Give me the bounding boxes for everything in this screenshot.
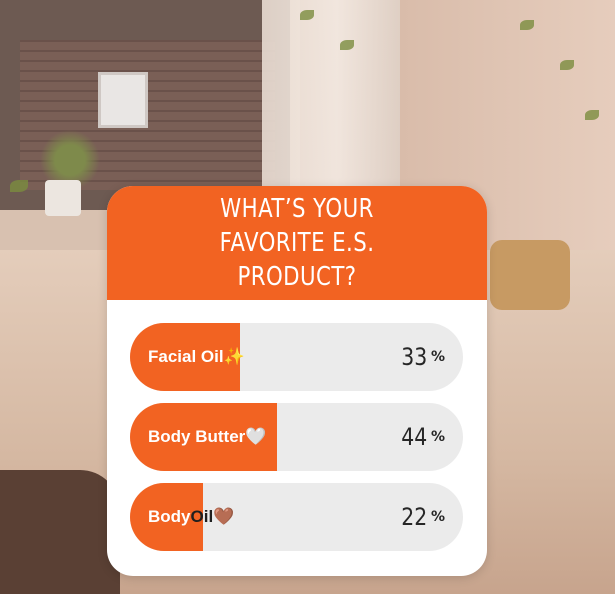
hanging-leaf	[300, 10, 314, 20]
hanging-leaf	[520, 20, 534, 30]
percent-value: 22	[401, 503, 428, 531]
plant-leaf	[10, 180, 28, 192]
percent-value: 44	[401, 423, 428, 451]
option-label-text: Body Butter	[148, 427, 246, 446]
option-label: Body Butter 🤍	[148, 403, 266, 471]
bed-frame	[0, 470, 120, 594]
sparkles-icon: ✨	[223, 347, 245, 366]
option-label-text: Facial Oil	[148, 347, 224, 366]
percent-sign: %	[430, 349, 445, 365]
neighbor-window	[98, 72, 148, 128]
poll-option-body-oil[interactable]: Body Oil 🤎 22 %	[130, 483, 463, 551]
hanging-leaf	[340, 40, 354, 50]
brown-heart-icon: 🤎	[213, 507, 235, 526]
plant-pot	[45, 180, 81, 216]
poll-question: WHAT’S YOUR FAVORITE E.S. PRODUCT?	[219, 194, 375, 292]
hanging-leaf	[560, 60, 574, 70]
poll-option-body-butter[interactable]: Body Butter 🤍 44 %	[130, 403, 463, 471]
poll-option-facial-oil[interactable]: Facial Oil ✨ 33 %	[130, 323, 463, 391]
pillow	[490, 240, 570, 310]
percent-sign: %	[430, 429, 445, 445]
poll-sticker: WHAT’S YOUR FAVORITE E.S. PRODUCT? Facia…	[107, 186, 487, 576]
percent-sign: %	[430, 509, 445, 525]
hanging-leaf	[585, 110, 599, 120]
option-label-text: Body	[148, 507, 191, 526]
option-label: Facial Oil ✨	[148, 323, 245, 391]
option-label-text-dark: Oil	[190, 507, 214, 526]
poll-header: WHAT’S YOUR FAVORITE E.S. PRODUCT?	[107, 186, 487, 300]
percent-value: 33	[401, 343, 428, 371]
option-percent: 44 %	[399, 403, 445, 471]
option-percent: 33 %	[399, 323, 445, 391]
option-percent: 22 %	[399, 483, 445, 551]
white-heart-icon: 🤍	[245, 427, 267, 446]
option-label: Body Oil 🤎	[148, 483, 234, 551]
